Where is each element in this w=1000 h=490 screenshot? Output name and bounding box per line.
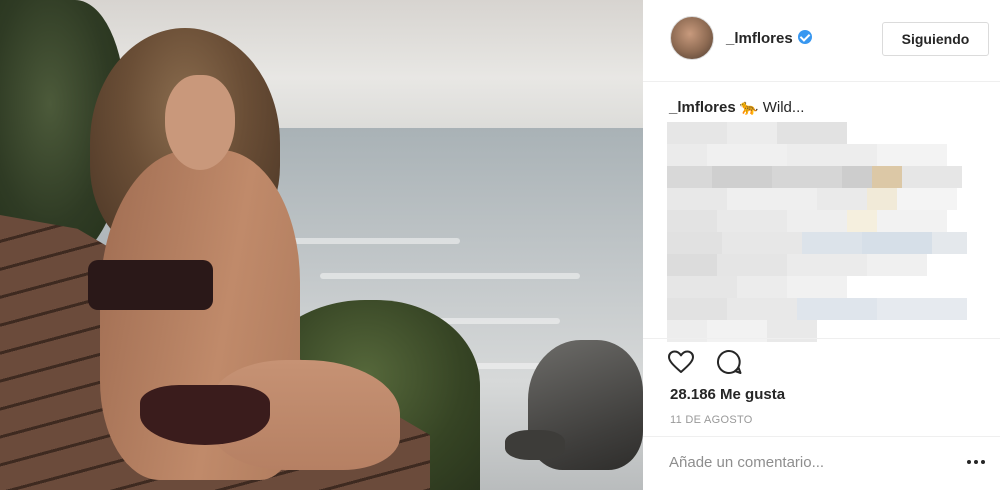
post-header: _lmflores Siguiendo — [643, 0, 1000, 82]
verified-badge-icon — [797, 30, 812, 44]
post-date[interactable]: 11 DE AGOSTO — [670, 414, 753, 426]
following-button[interactable]: Siguiendo — [882, 22, 989, 56]
photo-swim-bottom — [140, 385, 270, 445]
caption: _lmflores 🐆 Wild... — [669, 98, 989, 116]
photo-swim-top — [88, 260, 213, 310]
username-link[interactable]: _lmflores — [726, 30, 812, 47]
avatar[interactable] — [670, 16, 714, 60]
caption-username[interactable]: _lmflores — [669, 99, 736, 116]
post-photo[interactable] — [0, 0, 643, 490]
comment-input[interactable] — [669, 451, 939, 473]
caption-emoji: 🐆 — [739, 99, 759, 116]
pixelated-comments — [667, 122, 967, 342]
username-text[interactable]: _lmflores — [726, 30, 793, 47]
heart-outline-icon[interactable] — [666, 347, 696, 377]
photo-person-face — [165, 75, 235, 170]
caption-text: Wild... — [762, 99, 805, 116]
post-sidebar: _lmflores Siguiendo _lmflores 🐆 Wild... — [643, 0, 1000, 490]
post-actions: 28.186 Me gusta 11 DE AGOSTO — [643, 338, 1000, 436]
like-count[interactable]: 28.186 Me gusta — [670, 386, 785, 403]
ellipsis-icon[interactable] — [966, 453, 986, 471]
speech-bubble-icon[interactable] — [714, 347, 744, 377]
comment-bar — [643, 436, 1000, 490]
